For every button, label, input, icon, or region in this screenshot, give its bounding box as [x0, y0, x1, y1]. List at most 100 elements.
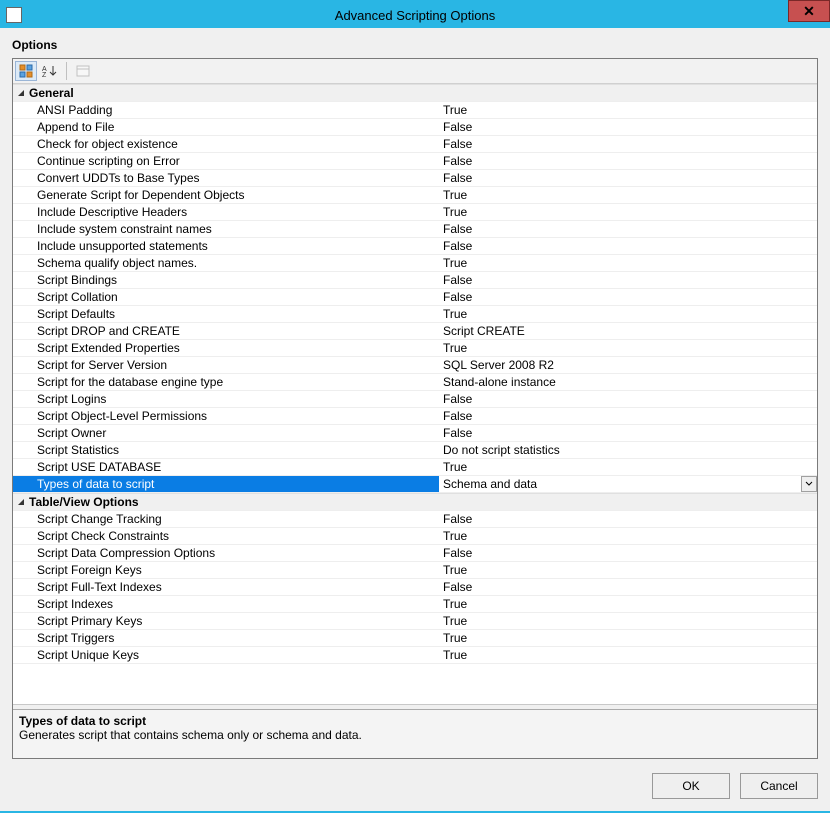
expander-icon[interactable]: [13, 89, 29, 98]
property-row[interactable]: Schema qualify object names.True: [13, 255, 817, 272]
property-value[interactable]: Stand-alone instance: [439, 374, 817, 390]
property-value[interactable]: Script CREATE: [439, 323, 817, 339]
property-row[interactable]: Include unsupported statementsFalse: [13, 238, 817, 255]
categorized-button[interactable]: [15, 61, 37, 81]
property-row[interactable]: Script Check ConstraintsTrue: [13, 528, 817, 545]
property-value[interactable]: True: [439, 613, 817, 629]
property-value[interactable]: True: [439, 340, 817, 356]
property-grid-body[interactable]: GeneralANSI PaddingTrueAppend to File Fal…: [13, 84, 817, 704]
property-value-text: True: [443, 205, 467, 220]
property-label: Schema qualify object names.: [29, 256, 439, 271]
property-value[interactable]: True: [439, 596, 817, 612]
category-row[interactable]: General: [13, 84, 817, 102]
property-row[interactable]: Include system constraint namesFalse: [13, 221, 817, 238]
property-value[interactable]: True: [439, 255, 817, 271]
property-label: Script Owner: [29, 426, 439, 441]
property-row[interactable]: Script LoginsFalse: [13, 391, 817, 408]
property-label: Script Collation: [29, 290, 439, 305]
property-pages-icon: [76, 64, 90, 78]
property-value[interactable]: False: [439, 238, 817, 254]
ok-button[interactable]: OK: [652, 773, 730, 799]
category-row[interactable]: Table/View Options: [13, 493, 817, 511]
property-row[interactable]: Script BindingsFalse: [13, 272, 817, 289]
property-value[interactable]: True: [439, 528, 817, 544]
property-row[interactable]: Script DROP and CREATEScript CREATE: [13, 323, 817, 340]
property-value[interactable]: Do not script statistics: [439, 442, 817, 458]
category-value: [431, 85, 817, 101]
property-value-text: False: [443, 120, 472, 135]
property-value[interactable]: False: [439, 425, 817, 441]
property-value[interactable]: True: [439, 204, 817, 220]
property-value[interactable]: False: [439, 579, 817, 595]
property-row[interactable]: Script Change TrackingFalse: [13, 511, 817, 528]
expander-icon[interactable]: [13, 498, 29, 507]
property-row[interactable]: Continue scripting on ErrorFalse: [13, 153, 817, 170]
property-value-text: True: [443, 563, 467, 578]
property-value-text: Script CREATE: [443, 324, 525, 339]
property-value[interactable]: SQL Server 2008 R2: [439, 357, 817, 373]
property-row[interactable]: Script OwnerFalse: [13, 425, 817, 442]
property-value[interactable]: False: [439, 272, 817, 288]
property-row[interactable]: Script for Server VersionSQL Server 2008…: [13, 357, 817, 374]
property-value-text: False: [443, 222, 472, 237]
category-label: General: [29, 86, 431, 101]
property-row[interactable]: Script Full-Text IndexesFalse: [13, 579, 817, 596]
property-value[interactable]: False: [439, 136, 817, 152]
property-value[interactable]: True: [439, 562, 817, 578]
titlebar[interactable]: Advanced Scripting Options ✕: [0, 2, 830, 28]
property-row[interactable]: Convert UDDTs to Base TypesFalse: [13, 170, 817, 187]
property-row[interactable]: ANSI PaddingTrue: [13, 102, 817, 119]
property-row[interactable]: Script Unique KeysTrue: [13, 647, 817, 664]
property-row[interactable]: Append to File False: [13, 119, 817, 136]
property-value[interactable]: True: [439, 630, 817, 646]
property-pages-button[interactable]: [72, 61, 94, 81]
property-value[interactable]: False: [439, 391, 817, 407]
property-row[interactable]: Check for object existenceFalse: [13, 136, 817, 153]
property-value-text: False: [443, 154, 472, 169]
category-label: Table/View Options: [29, 495, 431, 510]
property-label: Script Data Compression Options: [29, 546, 439, 561]
property-value[interactable]: True: [439, 306, 817, 322]
property-value[interactable]: False: [439, 153, 817, 169]
property-grid-toolbar: A Z: [13, 59, 817, 84]
property-row[interactable]: Script Data Compression OptionsFalse: [13, 545, 817, 562]
property-row[interactable]: Script CollationFalse: [13, 289, 817, 306]
property-row[interactable]: Types of data to scriptSchema and data: [13, 476, 817, 493]
property-row[interactable]: Script Foreign KeysTrue: [13, 562, 817, 579]
property-value[interactable]: False: [439, 289, 817, 305]
property-row[interactable]: Script DefaultsTrue: [13, 306, 817, 323]
property-row[interactable]: Script Object-Level PermissionsFalse: [13, 408, 817, 425]
property-value[interactable]: False: [439, 221, 817, 237]
property-value[interactable]: True: [439, 459, 817, 475]
property-row[interactable]: Script for the database engine typeStand…: [13, 374, 817, 391]
property-value[interactable]: True: [439, 187, 817, 203]
property-value[interactable]: False: [439, 170, 817, 186]
property-row[interactable]: Generate Script for Dependent ObjectsTru…: [13, 187, 817, 204]
property-value-text: True: [443, 614, 467, 629]
property-label: Append to File: [29, 120, 439, 135]
property-value[interactable]: Schema and data: [439, 476, 817, 492]
property-value-text: True: [443, 648, 467, 663]
property-row[interactable]: Include Descriptive HeadersTrue: [13, 204, 817, 221]
property-label: Script Triggers: [29, 631, 439, 646]
property-value[interactable]: False: [439, 545, 817, 561]
property-value-text: False: [443, 137, 472, 152]
alphabetical-button[interactable]: A Z: [39, 61, 61, 81]
property-value[interactable]: False: [439, 511, 817, 527]
dropdown-button[interactable]: [801, 476, 817, 492]
categorized-icon: [19, 64, 33, 78]
property-row[interactable]: Script USE DATABASETrue: [13, 459, 817, 476]
property-value[interactable]: True: [439, 102, 817, 118]
property-value[interactable]: False: [439, 119, 817, 135]
close-button[interactable]: ✕: [788, 0, 830, 22]
property-value[interactable]: False: [439, 408, 817, 424]
property-row[interactable]: Script Extended PropertiesTrue: [13, 340, 817, 357]
property-row[interactable]: Script StatisticsDo not script statistic…: [13, 442, 817, 459]
property-value-text: True: [443, 529, 467, 544]
property-value[interactable]: True: [439, 647, 817, 663]
property-row[interactable]: Script Primary KeysTrue: [13, 613, 817, 630]
property-row[interactable]: Script TriggersTrue: [13, 630, 817, 647]
property-label: Script Logins: [29, 392, 439, 407]
cancel-button[interactable]: Cancel: [740, 773, 818, 799]
property-row[interactable]: Script IndexesTrue: [13, 596, 817, 613]
